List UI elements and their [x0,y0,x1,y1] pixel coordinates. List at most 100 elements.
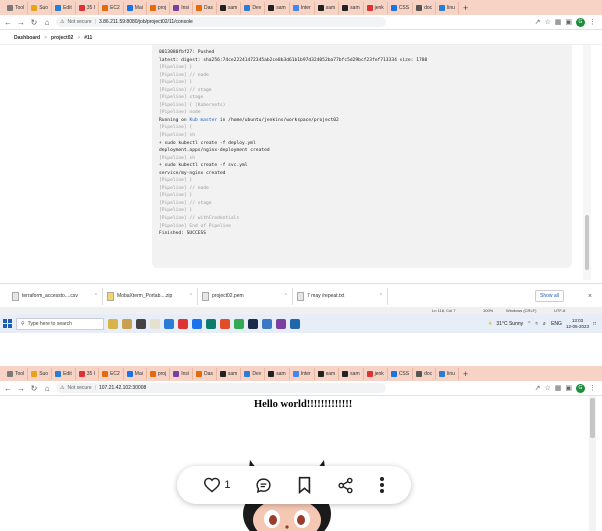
download-item[interactable]: terraform_accessto....csv ⌃ [8,287,103,305]
browser-tab[interactable]: sam [339,1,364,14]
menu-kebab-icon[interactable]: ⋮ [589,384,596,392]
speaker-icon[interactable]: ♬ [542,321,547,327]
browser-tab[interactable]: sam [339,367,364,380]
browser-tab[interactable]: doc [413,1,437,14]
breadcrumb-dashboard[interactable]: Dashboard [14,35,40,41]
notifications-icon[interactable]: □ [593,321,596,327]
chrome-icon[interactable] [234,318,244,329]
share-icon[interactable]: ↗ [535,384,541,392]
new-tab-button[interactable]: + [459,369,472,379]
chevron-up-icon[interactable]: ⌃ [94,293,98,299]
app-icon[interactable] [178,318,188,329]
forward-arrow-icon[interactable]: → [17,384,25,393]
star-icon[interactable]: ☆ [544,18,550,26]
sidebar-icon[interactable]: ▣ [565,18,572,26]
page-scrollbar[interactable] [589,396,596,531]
browser-tab[interactable]: linu [436,367,459,380]
menu-kebab-icon[interactable]: ⋮ [589,18,596,26]
more-options-button[interactable] [379,476,385,494]
chevron-up-icon[interactable]: ⌃ [379,293,383,299]
browser-tab[interactable]: Mai [124,1,147,14]
taskview-icon[interactable] [108,318,118,329]
edge-icon[interactable] [164,318,174,329]
browser-tab[interactable]: EC2 [99,1,124,14]
close-icon[interactable]: × [588,293,592,300]
new-tab-button[interactable]: + [459,3,472,13]
browser-tab[interactable]: sam [315,367,340,380]
browser-tab[interactable]: CSS [388,1,414,14]
browser-tab[interactable]: Dev [241,1,266,14]
browser-tab[interactable]: Das [193,367,217,380]
download-item[interactable]: MobaXterm_Portab....zip ⌃ [103,287,198,305]
browser-tab[interactable]: sam [265,1,290,14]
forward-arrow-icon[interactable]: → [17,18,25,27]
home-icon[interactable]: ⌂ [43,18,51,27]
browser-tab[interactable]: Edit [52,1,76,14]
wifi-icon[interactable]: ≈ [535,321,538,327]
browser-tab[interactable]: Suo [28,367,53,380]
scrollbar-thumb[interactable] [590,398,595,438]
share-icon[interactable]: ↗ [535,18,541,26]
browser-tab[interactable]: sam [217,367,242,380]
bookmark-button[interactable] [297,476,312,494]
browser-tab[interactable]: 35 I [76,1,100,14]
agent-link[interactable]: Kub master [189,118,217,123]
chevron-up-icon[interactable]: ⌃ [284,293,288,299]
browser-tab[interactable]: Inter [290,1,315,14]
browser-tab[interactable]: Das [193,1,217,14]
page-scrollbar[interactable] [583,45,591,280]
browser-tab[interactable]: proj [147,1,171,14]
vscode-icon[interactable] [290,318,300,329]
home-icon[interactable]: ⌂ [43,384,51,393]
windows-start-icon[interactable] [3,319,12,328]
chevron-up-icon[interactable]: ⌃ [527,321,531,327]
comment-button[interactable] [255,477,272,494]
app-icon[interactable] [150,318,160,329]
app-icon[interactable] [248,318,258,329]
browser-tab[interactable]: sam [315,1,340,14]
like-button[interactable]: 1 [203,477,231,493]
browser-tab[interactable]: jenk [364,1,388,14]
browser-tab[interactable]: proj [147,367,171,380]
browser-tab[interactable]: sam [265,367,290,380]
breadcrumb-build[interactable]: #11 [84,35,92,41]
browser-tab[interactable]: Edit [52,367,76,380]
extensions-icon[interactable]: ▦ [555,18,562,26]
reload-icon[interactable]: ↻ [30,18,38,27]
download-item[interactable]: 7 may /repeat.txt ⌃ [293,287,388,305]
back-arrow-icon[interactable]: ← [4,384,12,393]
browser-tab[interactable]: Insi [170,367,193,380]
browser-tab[interactable]: Inter [290,367,315,380]
breadcrumb-project[interactable]: project02 [51,35,73,41]
profile-avatar[interactable]: G [576,17,585,27]
star-icon[interactable]: ☆ [544,384,550,392]
browser-tab[interactable]: doc [413,367,437,380]
taskbar-search-input[interactable]: ⚲ Type here to search [16,317,104,330]
mail-icon[interactable] [192,318,202,329]
chevron-up-icon[interactable]: ⌃ [189,293,193,299]
browser-tab[interactable]: Mai [124,367,147,380]
browser-tab[interactable]: EC2 [99,367,124,380]
share-button[interactable] [337,477,354,494]
browser-tab[interactable]: Tool [4,1,29,14]
url-input[interactable]: ⚠ Not secure | 3.86.211.59:8080/job/proj… [56,17,386,27]
terminal-icon[interactable] [136,318,146,329]
browser-tab[interactable]: 35 I [76,367,100,380]
app-icon[interactable] [262,318,272,329]
browser-tab[interactable]: jenk [364,367,388,380]
browser-tab[interactable]: sam [217,1,242,14]
clock[interactable]: 13:03 12-05-2023 [566,318,589,330]
browser-tab[interactable]: Suo [28,1,53,14]
browser-tab[interactable]: linu [436,1,459,14]
download-item[interactable]: project02.pem ⌃ [198,287,293,305]
browser-tab[interactable]: Dev [241,367,266,380]
extensions-icon[interactable]: ▦ [555,384,562,392]
reload-icon[interactable]: ↻ [30,384,38,393]
browser-tab[interactable]: CSS [388,367,414,380]
url-input[interactable]: ⚠ Not secure | 107.21.42.102:30008 [56,383,386,393]
sidebar-icon[interactable]: ▣ [565,384,572,392]
file-explorer-icon[interactable] [122,318,132,329]
weather-text[interactable]: 31°C Sunny [496,321,523,327]
language-indicator[interactable]: ENG [551,321,562,327]
app-icon[interactable] [206,318,216,329]
